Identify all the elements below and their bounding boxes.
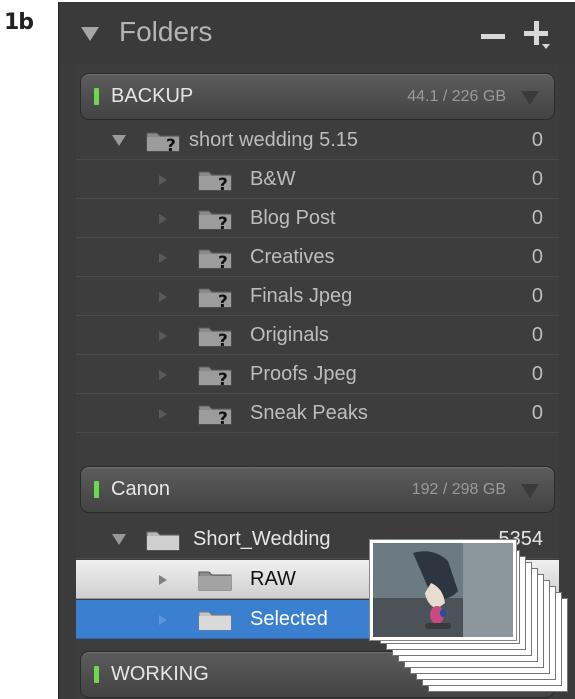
- disclosure-closed-icon[interactable]: [159, 292, 167, 302]
- folder-row-creatives[interactable]: ? Creatives 0: [76, 238, 559, 277]
- folder-count: 0: [531, 168, 543, 190]
- disclosure-open-icon[interactable]: [112, 534, 126, 545]
- volume-name: WORKING: [111, 663, 209, 685]
- folder-row-proofs-jpeg[interactable]: ? Proofs Jpeg 0: [76, 355, 559, 394]
- folder-name: Short_Wedding: [193, 528, 331, 550]
- folder-row-bw[interactable]: ? B&W 0: [76, 160, 559, 199]
- figure-label: 1b: [4, 10, 34, 35]
- folder-icon: [198, 611, 232, 631]
- disclosure-closed-icon[interactable]: [159, 331, 167, 341]
- dragged-photo-thumbnail: [370, 540, 516, 640]
- panel-title: Folders: [119, 16, 213, 47]
- volume-name: Canon: [111, 478, 170, 500]
- folder-name: RAW: [250, 568, 296, 590]
- disclosure-closed-icon[interactable]: [159, 214, 167, 224]
- volume-size: 44.1 / 226 GB: [407, 88, 506, 105]
- folder-name: Sneak Peaks: [250, 402, 368, 424]
- missing-folder-icon: ?: [198, 327, 232, 347]
- folder-name: Proofs Jpeg: [250, 363, 357, 385]
- folder-name: B&W: [250, 168, 296, 190]
- folder-row-finals-jpeg[interactable]: ? Finals Jpeg 0: [76, 277, 559, 316]
- folder-count: 0: [531, 363, 543, 385]
- volume-backup[interactable]: BACKUP 44.1 / 226 GB: [80, 73, 555, 120]
- plus-dropdown-icon[interactable]: [524, 18, 552, 50]
- folders-panel-header[interactable]: Folders: [59, 2, 575, 64]
- folder-count: 0: [531, 285, 543, 307]
- folder-icon: [198, 571, 232, 591]
- svg-text:?: ?: [218, 253, 228, 269]
- svg-text:?: ?: [166, 136, 176, 152]
- folder-name: Blog Post: [250, 207, 336, 229]
- missing-folder-icon: ?: [146, 132, 180, 152]
- folder-count: 0: [531, 246, 543, 268]
- photo-stack-drag-icon: [370, 540, 575, 699]
- disclosure-closed-icon[interactable]: [159, 575, 167, 585]
- missing-folder-icon: ?: [198, 171, 232, 191]
- folder-row-sneak-peaks[interactable]: ? Sneak Peaks 0: [76, 394, 559, 433]
- volume-status-led: [94, 481, 99, 498]
- collapse-triangle-icon[interactable]: [81, 27, 99, 41]
- minus-icon[interactable]: [481, 34, 505, 39]
- folder-icon: [146, 531, 180, 551]
- svg-text:?: ?: [218, 175, 228, 191]
- svg-text:?: ?: [218, 292, 228, 308]
- folder-name: Finals Jpeg: [250, 285, 353, 307]
- volume-status-led: [94, 666, 99, 683]
- missing-folder-icon: ?: [198, 249, 232, 269]
- disclosure-closed-icon[interactable]: [159, 370, 167, 380]
- folder-name: Creatives: [250, 246, 335, 268]
- missing-folder-icon: ?: [198, 210, 232, 230]
- missing-folder-icon: ?: [198, 405, 232, 425]
- folder-count: 0: [531, 207, 543, 229]
- disclosure-closed-icon[interactable]: [159, 615, 167, 625]
- volume-name: BACKUP: [111, 85, 194, 107]
- folder-row-blog-post[interactable]: ? Blog Post 0: [76, 199, 559, 238]
- volume-menu-triangle-icon[interactable]: [521, 91, 539, 105]
- disclosure-open-icon[interactable]: [112, 135, 126, 146]
- folder-row-originals[interactable]: ? Originals 0: [76, 316, 559, 355]
- folder-count: 0: [531, 324, 543, 346]
- folder-name: short wedding 5.15: [189, 129, 359, 151]
- svg-text:?: ?: [218, 331, 228, 347]
- volume-size: 192 / 298 GB: [411, 481, 506, 498]
- folder-count: 0: [531, 402, 543, 424]
- svg-text:?: ?: [218, 214, 228, 230]
- svg-text:?: ?: [218, 370, 228, 386]
- svg-text:?: ?: [218, 409, 228, 425]
- volume-status-led: [94, 88, 99, 105]
- missing-folder-icon: ?: [198, 366, 232, 386]
- disclosure-closed-icon[interactable]: [159, 253, 167, 263]
- volume-canon[interactable]: Canon 192 / 298 GB: [80, 466, 555, 513]
- folder-name: Selected: [250, 608, 328, 630]
- missing-folder-icon: ?: [198, 288, 232, 308]
- folder-row-short-wedding-5-15[interactable]: ? short wedding 5.15 0: [76, 121, 559, 160]
- disclosure-closed-icon[interactable]: [159, 409, 167, 419]
- folder-count: 0: [531, 129, 543, 151]
- volume-menu-triangle-icon[interactable]: [521, 484, 539, 498]
- folder-name: Originals: [250, 324, 329, 346]
- disclosure-closed-icon[interactable]: [159, 175, 167, 185]
